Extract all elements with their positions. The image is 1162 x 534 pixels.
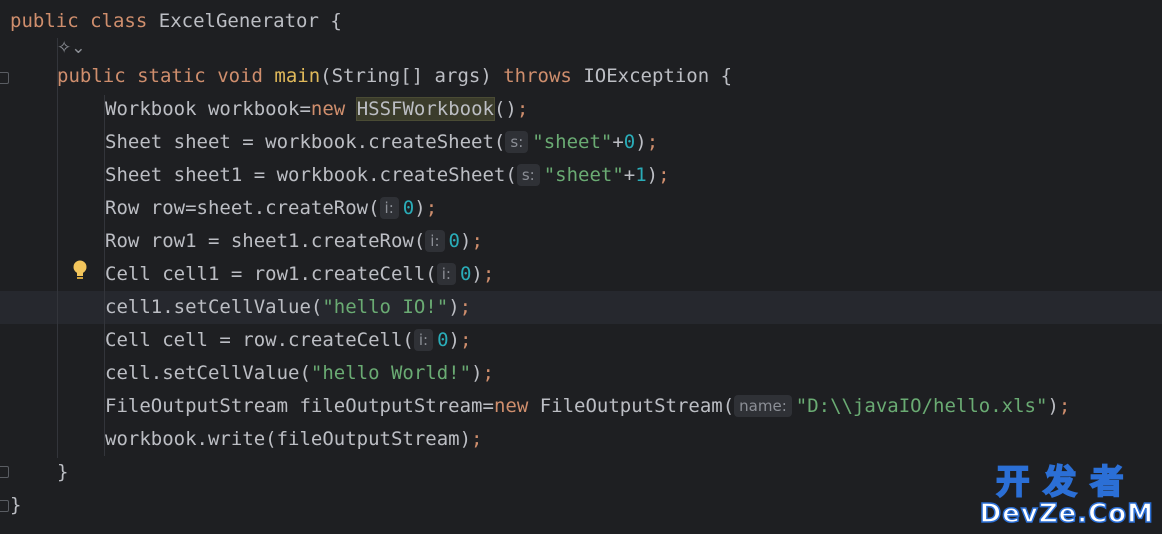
semicolon: ; bbox=[471, 428, 483, 450]
brace: } bbox=[10, 494, 22, 516]
semicolon: ; bbox=[1058, 395, 1071, 417]
code-text: Sheet sheet1 = workbook.createSheet( bbox=[105, 164, 517, 186]
parameter-hint: name: bbox=[734, 395, 792, 417]
lightbulb-icon[interactable] bbox=[72, 260, 88, 282]
parameter-hint: i: bbox=[379, 197, 399, 219]
code-text: ) bbox=[414, 197, 426, 219]
semicolon: ; bbox=[482, 263, 495, 285]
parameter-hint: i: bbox=[413, 329, 434, 351]
keyword: throws bbox=[503, 65, 572, 87]
semicolon: ; bbox=[482, 362, 494, 384]
watermark-text-cn: 开发者 bbox=[995, 462, 1138, 501]
fold-marker-icon[interactable] bbox=[0, 72, 9, 84]
code-text: Row row=sheet.createRow( bbox=[105, 197, 380, 219]
code-text: ) bbox=[471, 263, 483, 285]
number-literal: 0 bbox=[623, 131, 636, 153]
code-text: ) bbox=[448, 329, 460, 351]
code-text: cell.setCellValue( bbox=[105, 362, 311, 384]
code-line-2[interactable]: public static void main(String[] args) t… bbox=[57, 60, 732, 93]
highlighted-class-name: HSSFWorkbook bbox=[355, 97, 495, 121]
code-line-7[interactable]: Row row1 = sheet1.createRow(i: 0); bbox=[105, 225, 483, 258]
string-literal: "D:\\javaIO/hello.xls" bbox=[795, 395, 1048, 417]
watermark-text-en: DevZe.CoM bbox=[979, 499, 1154, 529]
code-text: ) bbox=[448, 296, 460, 318]
number-literal: 1 bbox=[635, 164, 647, 186]
keyword: void bbox=[217, 65, 263, 87]
operator: + bbox=[612, 131, 624, 153]
code-text: ) bbox=[646, 164, 659, 186]
keyword: public bbox=[57, 65, 126, 87]
code-line-6[interactable]: Row row=sheet.createRow(i: 0); bbox=[105, 192, 437, 225]
parameter-hint: i: bbox=[436, 263, 456, 285]
watermark-logo: 开发者 DevZe.CoM bbox=[979, 462, 1154, 529]
keyword: static bbox=[137, 65, 206, 87]
parameter-hint: s: bbox=[516, 164, 540, 186]
code-text: FileOutputStream( bbox=[528, 395, 735, 417]
semicolon: ; bbox=[471, 230, 483, 252]
code-text: Cell cell1 = row1.createCell( bbox=[105, 263, 437, 285]
string-literal: "hello World!" bbox=[310, 362, 472, 384]
code-text: () bbox=[493, 98, 517, 120]
code-line-4[interactable]: Sheet sheet = workbook.createSheet(s: "sh… bbox=[105, 126, 658, 159]
semicolon: ; bbox=[658, 164, 670, 186]
number-literal: 0 bbox=[402, 197, 415, 219]
string-literal: "sheet" bbox=[543, 164, 624, 186]
semicolon: ; bbox=[459, 296, 472, 318]
semicolon: ; bbox=[646, 131, 659, 153]
brace: } bbox=[57, 461, 69, 483]
code-line-8[interactable]: Cell cell1 = row1.createCell(i: 0); bbox=[105, 258, 494, 291]
code-text: Workbook workbook= bbox=[105, 98, 311, 120]
ai-assistant-icon[interactable]: ✧⌄ bbox=[57, 38, 86, 58]
code-line-13[interactable]: workbook.write(fileOutputStream); bbox=[105, 423, 483, 456]
operator: + bbox=[623, 164, 636, 186]
code-editor[interactable]: ✧⌄ public class ExcelGenerator { public … bbox=[0, 0, 1162, 534]
code-line-10[interactable]: Cell cell = row.createCell(i: 0); bbox=[105, 324, 471, 357]
code-line-14[interactable]: } bbox=[57, 456, 68, 489]
number-literal: 0 bbox=[448, 230, 460, 252]
fold-marker-icon[interactable] bbox=[0, 466, 9, 478]
semicolon: ; bbox=[460, 329, 472, 351]
indent-guide bbox=[57, 38, 58, 458]
string-literal: "hello IO!" bbox=[322, 296, 449, 318]
method-name: main bbox=[274, 65, 321, 87]
keyword: public bbox=[10, 10, 79, 32]
code-line-1[interactable]: public class ExcelGenerator { bbox=[10, 5, 342, 38]
code-text: ) bbox=[471, 362, 483, 384]
code-line-11[interactable]: cell.setCellValue("hello World!"); bbox=[105, 357, 494, 390]
semicolon: ; bbox=[425, 197, 438, 219]
code-text: ) bbox=[1047, 395, 1059, 417]
keyword: new bbox=[493, 395, 529, 417]
keyword: new bbox=[310, 98, 346, 120]
semicolon: ; bbox=[516, 98, 529, 120]
code-line-9[interactable]: cell1.setCellValue("hello IO!"); bbox=[105, 291, 471, 324]
code-text: ) bbox=[459, 230, 472, 252]
number-literal: 0 bbox=[459, 263, 472, 285]
code-text: FileOutputStream fileOutputStream= bbox=[105, 395, 494, 417]
brace: { bbox=[330, 10, 342, 32]
code-text: cell1.setCellValue( bbox=[105, 296, 323, 318]
number-literal: 0 bbox=[437, 329, 449, 351]
string-literal: "sheet" bbox=[532, 131, 613, 153]
code-line-12[interactable]: FileOutputStream fileOutputStream=new Fi… bbox=[105, 390, 1070, 423]
code-text: ) bbox=[635, 131, 647, 153]
parameters: (String[] args) bbox=[320, 65, 492, 87]
exception-type: IOException { bbox=[583, 65, 733, 87]
keyword: class bbox=[90, 10, 148, 32]
code-line-3[interactable]: Workbook workbook=new HSSFWorkbook(); bbox=[105, 93, 528, 126]
parameter-hint: s: bbox=[505, 131, 529, 153]
code-text: Row row1 = sheet1.createRow( bbox=[105, 230, 426, 252]
code-line-15[interactable]: } bbox=[10, 489, 21, 522]
code-text: Cell cell = row.createCell( bbox=[105, 329, 414, 351]
code-text: Sheet sheet = workbook.createSheet( bbox=[105, 131, 506, 153]
fold-marker-icon[interactable] bbox=[0, 500, 9, 512]
class-name: ExcelGenerator bbox=[158, 10, 319, 32]
code-text: workbook.write(fileOutputStream) bbox=[105, 428, 472, 450]
parameter-hint: i: bbox=[425, 230, 445, 252]
code-line-5[interactable]: Sheet sheet1 = workbook.createSheet(s: "s… bbox=[105, 159, 670, 192]
